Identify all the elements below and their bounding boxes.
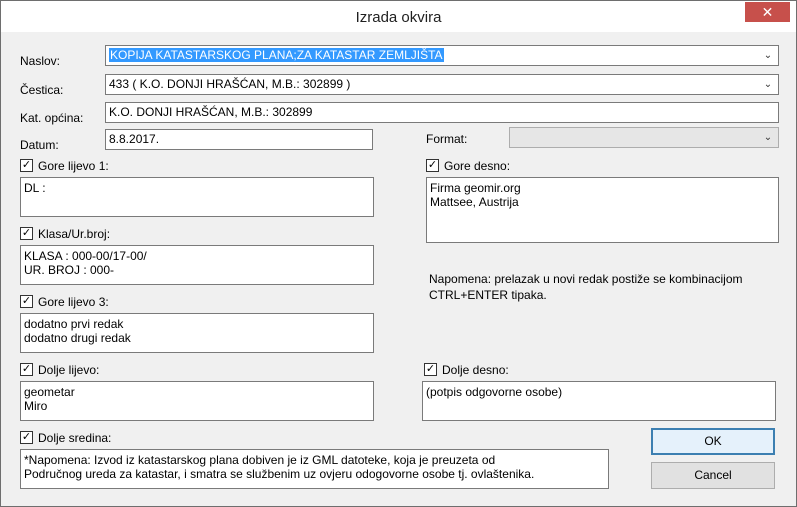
klasa-line: UR. BROJ : 000- (24, 263, 115, 277)
naslov-label: Naslov: (20, 54, 61, 68)
format-label: Format: (426, 132, 468, 146)
dolje-sredina-line: Područnog ureda za katastar, i smatra se… (24, 467, 535, 481)
dolje-sredina-label: Dolje sredina: (38, 431, 112, 445)
dolje-lijevo-textarea[interactable]: geometar Miro (20, 381, 374, 421)
dolje-sredina-textarea[interactable]: *Napomena: Izvod iz katastarskog plana d… (20, 449, 609, 489)
ok-button[interactable]: OK (651, 428, 775, 455)
gore-lijevo-textarea[interactable]: DL : (20, 177, 374, 217)
dolje-lijevo-line: Miro (24, 399, 48, 413)
kat-opcina-label: Kat. općina: (20, 111, 84, 125)
gore-desno-line: Firma geomir.org (430, 181, 521, 195)
dolje-desno-label: Dolje desno: (442, 363, 509, 377)
cestica-combobox[interactable]: 433 ( K.O. DONJI HRAŠĆAN, M.B.: 302899 )… (105, 74, 779, 95)
close-button[interactable]: ✕ (745, 2, 790, 22)
cestica-value: 433 ( K.O. DONJI HRAŠĆAN, M.B.: 302899 ) (109, 77, 351, 91)
window-title: Izrada okvira (355, 9, 442, 26)
gore-desno-textarea[interactable]: Firma geomir.org Mattsee, Austrija (426, 177, 779, 243)
datum-label: Datum: (20, 138, 59, 152)
gore-lijevo3-checkbox[interactable]: ✓ (20, 295, 33, 308)
dialog-window: Izrada okvira ✕ Naslov: KOPIJA KATASTARS… (0, 0, 797, 507)
naslov-combobox[interactable]: KOPIJA KATASTARSKOG PLANA;ZA KATASTAR ZE… (105, 45, 779, 66)
napomena-note: Napomena: prelazak u novi redak postiže … (429, 271, 743, 303)
format-combobox[interactable]: ⌄ (509, 127, 779, 148)
cestica-label: Čestica: (20, 83, 64, 97)
close-icon: ✕ (761, 4, 774, 20)
dolje-desno-checkbox[interactable]: ✓ (424, 363, 437, 376)
klasa-line: KLASA : 000-00/17-00/ (24, 249, 147, 263)
kat-opcina-input[interactable]: K.O. DONJI HRAŠĆAN, M.B.: 302899 (105, 102, 779, 123)
datum-input[interactable]: 8.8.2017. (105, 129, 373, 150)
dolje-sredina-checkbox[interactable]: ✓ (20, 431, 33, 444)
dolje-sredina-line: *Napomena: Izvod iz katastarskog plana d… (24, 453, 496, 467)
dolje-lijevo-checkbox[interactable]: ✓ (20, 363, 33, 376)
chevron-down-icon[interactable]: ⌄ (760, 46, 776, 65)
klasa-textarea[interactable]: KLASA : 000-00/17-00/ UR. BROJ : 000- (20, 245, 374, 285)
cancel-button[interactable]: Cancel (651, 462, 775, 489)
naslov-value: KOPIJA KATASTARSKOG PLANA;ZA KATASTAR ZE… (109, 48, 444, 62)
chevron-down-icon[interactable]: ⌄ (760, 75, 776, 94)
gore-lijevo-label: Gore lijevo 1: (38, 159, 109, 173)
klasa-label: Klasa/Ur.broj: (38, 227, 111, 241)
klasa-checkbox[interactable]: ✓ (20, 227, 33, 240)
gore-lijevo3-line: dodatno prvi redak (24, 317, 124, 331)
chevron-down-icon[interactable]: ⌄ (760, 128, 776, 147)
gore-lijevo-checkbox[interactable]: ✓ (20, 159, 33, 172)
napomena-line: CTRL+ENTER tipaka. (429, 288, 547, 302)
gore-desno-label: Gore desno: (444, 159, 511, 173)
gore-desno-line: Mattsee, Austrija (430, 195, 519, 209)
dialog-body: Naslov: KOPIJA KATASTARSKOG PLANA;ZA KAT… (8, 32, 789, 499)
dolje-desno-line: (potpis odgovorne osobe) (426, 385, 563, 399)
title-bar: Izrada okvira ✕ (1, 1, 796, 32)
gore-lijevo-line: DL : (24, 181, 46, 195)
gore-desno-checkbox[interactable]: ✓ (426, 159, 439, 172)
dolje-desno-textarea[interactable]: (potpis odgovorne osobe) (422, 381, 776, 421)
dolje-lijevo-line: geometar (24, 385, 75, 399)
gore-lijevo3-textarea[interactable]: dodatno prvi redak dodatno drugi redak (20, 313, 374, 353)
napomena-line: Napomena: prelazak u novi redak postiže … (429, 272, 743, 286)
gore-lijevo3-label: Gore lijevo 3: (38, 295, 109, 309)
dolje-lijevo-label: Dolje lijevo: (38, 363, 100, 377)
gore-lijevo3-line: dodatno drugi redak (24, 331, 131, 345)
